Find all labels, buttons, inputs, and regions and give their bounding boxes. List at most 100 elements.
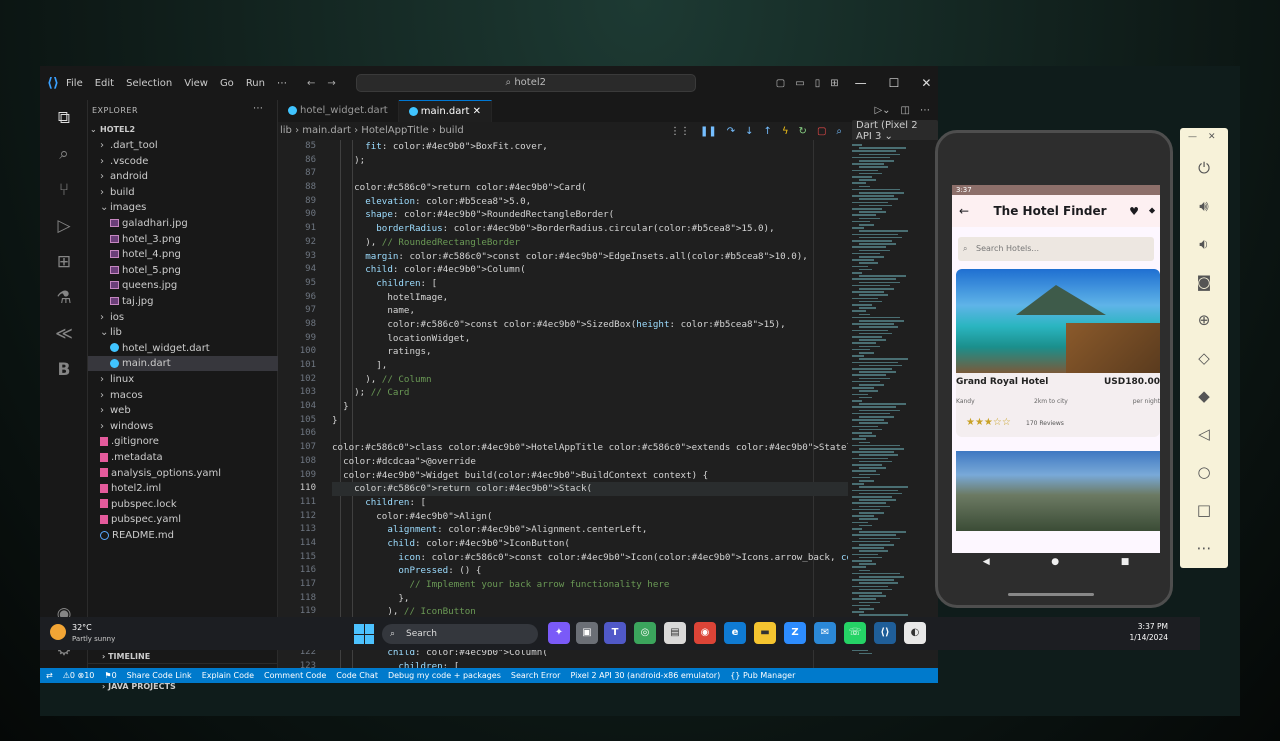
command-center-search[interactable]: ⌕ hotel2 bbox=[355, 74, 696, 92]
toggle-sidebar-icon[interactable]: ▢ bbox=[776, 78, 785, 89]
menu-item[interactable]: View bbox=[184, 78, 208, 89]
pause-icon[interactable]: ❚❚ bbox=[700, 126, 717, 137]
whatsapp-icon[interactable]: ☏ bbox=[844, 622, 866, 644]
workspace-root[interactable]: ⌄ HOTEL2 bbox=[88, 122, 278, 137]
code-line[interactable]: icon: color:#c586c0">const color:#4ec9b0… bbox=[332, 551, 848, 565]
menu-item[interactable]: ⋯ bbox=[277, 78, 287, 89]
menu-item[interactable]: Edit bbox=[95, 78, 114, 89]
status-item[interactable]: Pixel 2 API 30 (android-x86 emulator) bbox=[570, 671, 720, 680]
breadcrumb-item[interactable]: HotelAppTitle bbox=[361, 125, 428, 136]
power-icon[interactable]: ⏻ bbox=[1194, 158, 1214, 178]
bito-icon[interactable]: B bbox=[50, 356, 78, 384]
code-line[interactable] bbox=[332, 427, 848, 441]
file-item[interactable]: hotel_3.png bbox=[88, 232, 278, 247]
code-line[interactable]: locationWidget, bbox=[332, 332, 848, 346]
close-tab-icon[interactable]: ✕ bbox=[473, 106, 481, 117]
back-arrow-icon[interactable]: ← bbox=[952, 204, 976, 218]
forward-arrow-icon[interactable]: → bbox=[327, 78, 335, 89]
split-editor-icon[interactable]: ◫ bbox=[901, 100, 910, 122]
file-item[interactable]: hotel_4.png bbox=[88, 247, 278, 262]
code-line[interactable]: } bbox=[332, 414, 848, 428]
code-line[interactable]: margin: color:#c586c0">const color:#4ec9… bbox=[332, 250, 848, 264]
folder-item[interactable]: › web bbox=[88, 403, 278, 418]
flutter-icon[interactable]: ≪ bbox=[50, 320, 78, 348]
code-line[interactable]: children: [ bbox=[332, 277, 848, 291]
overview-icon[interactable]: □ bbox=[1194, 500, 1214, 520]
code-line[interactable]: children: [ bbox=[332, 496, 848, 510]
search-icon[interactable]: ⌕ bbox=[50, 140, 78, 168]
more-actions-icon[interactable]: ⋯ bbox=[253, 103, 263, 114]
task-view-icon[interactable]: ▣ bbox=[576, 622, 598, 644]
restart-icon[interactable]: ↻ bbox=[799, 126, 807, 137]
code-line[interactable]: shape: color:#4ec9b0">RoundedRectangleBo… bbox=[332, 208, 848, 222]
breadcrumb-item[interactable]: lib bbox=[280, 125, 292, 136]
code-line[interactable]: child: color:#4ec9b0">IconButton( bbox=[332, 537, 848, 551]
more-icon[interactable]: ⋯ bbox=[1194, 538, 1214, 558]
menu-item[interactable]: Selection bbox=[126, 78, 172, 89]
code-line[interactable]: fit: color:#4ec9b0">BoxFit.cover, bbox=[332, 140, 848, 154]
folder-item[interactable]: › linux bbox=[88, 372, 278, 387]
toggle-secondary-icon[interactable]: ▯ bbox=[815, 78, 821, 89]
store-icon[interactable]: ▤ bbox=[664, 622, 686, 644]
code-line[interactable]: color:#c586c0">const color:#4ec9b0">Size… bbox=[332, 318, 848, 332]
minimap[interactable] bbox=[848, 140, 930, 668]
status-item[interactable]: Debug my code + packages bbox=[388, 671, 501, 680]
edge-icon[interactable]: e bbox=[724, 622, 746, 644]
maximize-icon[interactable]: ☐ bbox=[889, 76, 900, 90]
file-explorer-icon[interactable]: ▬ bbox=[754, 622, 776, 644]
status-item[interactable]: Share Code Link bbox=[127, 671, 192, 680]
close-icon[interactable]: ✕ bbox=[921, 76, 931, 90]
toggle-panel-icon[interactable]: ▭ bbox=[795, 78, 804, 89]
code-line[interactable]: ); bbox=[332, 154, 848, 168]
volume-down-icon[interactable]: 🔉︎ bbox=[1194, 234, 1214, 254]
status-item[interactable]: ⚠0 ⊗10 bbox=[63, 671, 95, 680]
menu-item[interactable]: File bbox=[66, 78, 83, 89]
extensions-icon[interactable]: ⊞ bbox=[50, 248, 78, 276]
code-line[interactable]: ), // RoundedRectangleBorder bbox=[332, 236, 848, 250]
code-line[interactable] bbox=[332, 167, 848, 181]
minimize-icon[interactable]: — bbox=[855, 76, 867, 90]
file-item[interactable]: main.dart bbox=[88, 356, 278, 372]
more-icon[interactable]: ⋯ bbox=[920, 100, 930, 122]
emulator-minimize-icon[interactable]: — bbox=[1188, 132, 1197, 142]
explorer-icon[interactable]: ⧉ bbox=[50, 104, 78, 132]
folder-item[interactable]: ⌄ images bbox=[88, 200, 278, 215]
file-item[interactable]: analysis_options.yaml bbox=[88, 466, 278, 481]
zoom-icon[interactable]: ⊕ bbox=[1194, 310, 1214, 330]
file-item[interactable]: galadhari.jpg bbox=[88, 216, 278, 231]
code-line[interactable]: color:#c586c0">class color:#4ec9b0">Hote… bbox=[332, 441, 848, 455]
inspect-icon[interactable]: ⌕ bbox=[836, 126, 842, 137]
camera-icon[interactable]: ◙ bbox=[1194, 272, 1214, 292]
testing-icon[interactable]: ⚗ bbox=[50, 284, 78, 312]
status-item[interactable]: Code Chat bbox=[336, 671, 378, 680]
volume-up-icon[interactable]: 🔊︎ bbox=[1194, 196, 1214, 216]
run-icon[interactable]: ▷⌄ bbox=[874, 100, 890, 122]
drag-handle-icon[interactable]: ⋮⋮ bbox=[670, 126, 690, 137]
folder-item[interactable]: › macos bbox=[88, 388, 278, 403]
teams-icon[interactable]: T bbox=[604, 622, 626, 644]
folder-item[interactable]: › .vscode bbox=[88, 154, 278, 169]
copilot-icon[interactable]: ✦ bbox=[548, 622, 570, 644]
file-item[interactable]: .metadata bbox=[88, 450, 278, 465]
location-pin-icon[interactable]: ⬥ bbox=[1144, 206, 1160, 216]
status-item[interactable]: Search Error bbox=[511, 671, 561, 680]
code-line[interactable]: elevation: color:#b5cea8">5.0, bbox=[332, 195, 848, 209]
phone-screen[interactable]: 3:37 ← The Hotel Finder ♥ ⬥ ⌕ Search Hot… bbox=[952, 185, 1160, 553]
code-line[interactable]: ), // Column bbox=[332, 373, 848, 387]
code-line[interactable]: ratings, bbox=[332, 345, 848, 359]
source-control-icon[interactable]: ⑂ bbox=[50, 176, 78, 204]
remote-icon[interactable]: ⇄ bbox=[46, 671, 53, 680]
code-line[interactable]: color:#dcdcaa">@override bbox=[332, 455, 848, 469]
code-line[interactable]: child: color:#4ec9b0">Column( bbox=[332, 263, 848, 277]
nav-back-icon[interactable]: ◀ bbox=[983, 557, 990, 567]
hotel-image-2[interactable] bbox=[956, 451, 1160, 531]
status-item[interactable]: Comment Code bbox=[264, 671, 326, 680]
vscode-taskbar-icon[interactable]: ⟨⟩ bbox=[874, 622, 896, 644]
step-over-icon[interactable]: ↷ bbox=[727, 126, 735, 137]
run-debug-icon[interactable]: ▷ bbox=[50, 212, 78, 240]
code-line[interactable]: children: [ bbox=[332, 660, 848, 668]
hotel-card[interactable]: Grand Royal Hotel USD180.00 Kandy 2km to… bbox=[956, 269, 1160, 437]
nav-recents-icon[interactable]: ■ bbox=[1121, 557, 1130, 567]
folder-item[interactable]: › build bbox=[88, 185, 278, 200]
code-line[interactable]: color:#c586c0">return color:#4ec9b0">Sta… bbox=[332, 482, 848, 496]
